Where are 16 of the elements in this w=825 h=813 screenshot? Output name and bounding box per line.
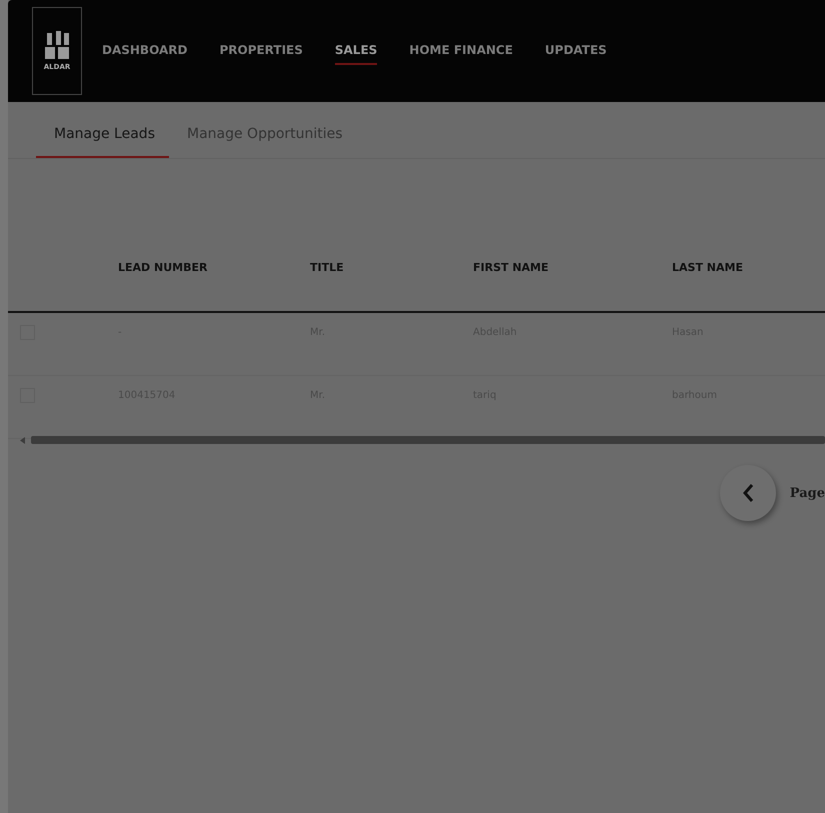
scroll-left-icon[interactable] (20, 436, 25, 444)
nav-tab[interactable]: DASHBOARD (102, 37, 188, 65)
chevron-left-icon (742, 483, 754, 503)
column-header[interactable]: LEAD NUMBER (118, 261, 310, 274)
column-header[interactable]: TITLE (310, 261, 473, 274)
column-header[interactable]: LAST NAME (672, 261, 825, 274)
nav-tab[interactable]: UPDATES (544, 37, 607, 65)
nav-tab[interactable]: SALES (334, 37, 378, 65)
column-header[interactable]: FIRST NAME (473, 261, 672, 274)
page-label: Page (790, 486, 825, 500)
table-cell-text: - (118, 326, 123, 338)
logo-mark-icon (43, 31, 71, 61)
nav-tab[interactable]: HOME FINANCE (409, 37, 513, 65)
nav-tab[interactable]: PROPERTIES (219, 37, 303, 65)
horizontal-scrollbar[interactable] (31, 436, 825, 444)
sub-tab[interactable]: Manage Leads (36, 116, 169, 158)
